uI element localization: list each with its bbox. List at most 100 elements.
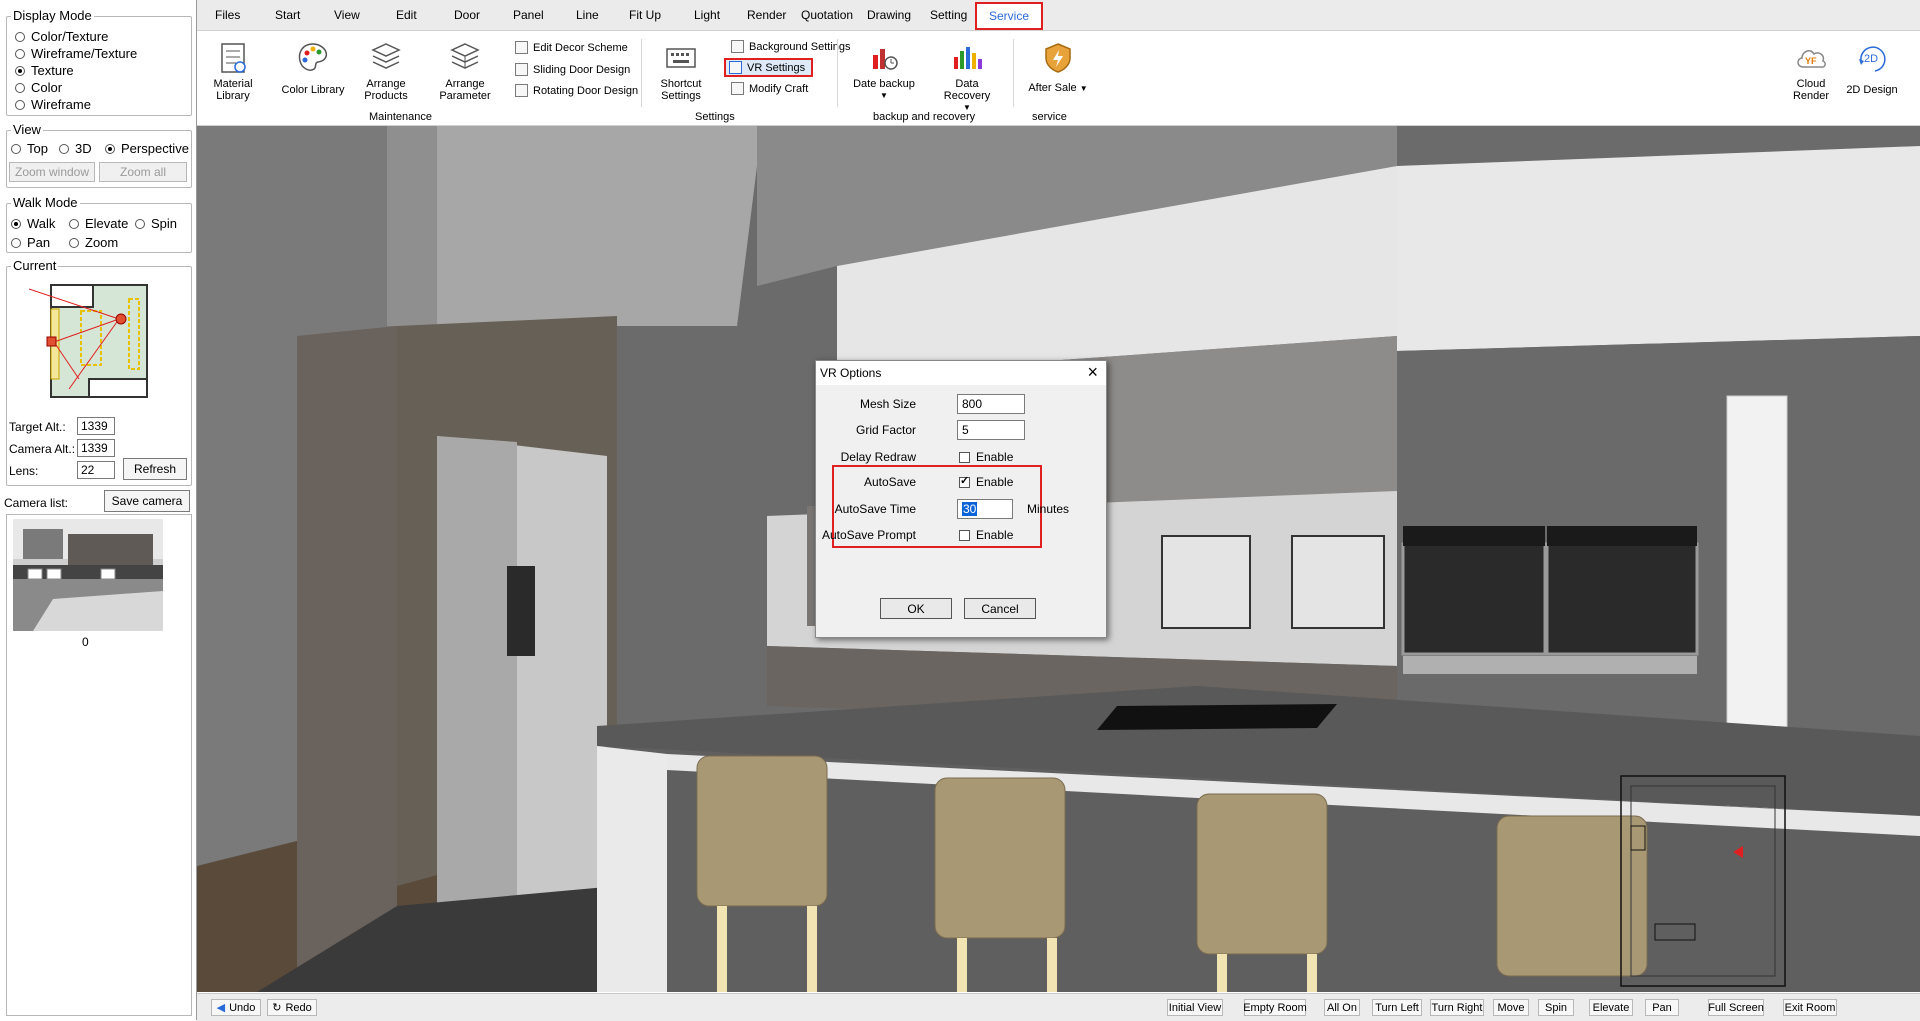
menu-fit-up[interactable]: Fit Up (629, 8, 661, 22)
menu-edit[interactable]: Edit (396, 8, 417, 22)
display-mode-texture[interactable]: Texture (15, 63, 74, 78)
redo-label: Redo (285, 1001, 312, 1014)
current-title: Current (11, 258, 59, 273)
shortcut-settings-button[interactable]: Shortcut Settings (659, 41, 703, 102)
lens-input[interactable]: 22 (77, 461, 115, 479)
delay-redraw-checkbox[interactable] (959, 452, 970, 463)
target-alt-label: Target Alt.: (9, 420, 66, 434)
walk-mode-walk[interactable]: Walk (11, 216, 55, 231)
modify-craft-button[interactable]: Modify Craft (731, 82, 808, 95)
after-sale-button[interactable]: After Sale ▼ (1025, 41, 1091, 95)
save-camera-button[interactable]: Save camera (104, 490, 190, 512)
floor-plan-preview[interactable] (29, 279, 169, 407)
walk-mode-spin[interactable]: Spin (135, 216, 177, 231)
arrange-parameter-button[interactable]: Arrange Parameter (437, 41, 493, 102)
autosave-prompt-label: AutoSave Prompt (821, 528, 916, 542)
camera-thumbnail[interactable] (13, 519, 163, 631)
ribbon: Material Library Color Library Arrange P… (197, 31, 1920, 126)
autosave-time-input[interactable]: 30 (957, 499, 1013, 519)
walk-mode-elevate[interactable]: Elevate (69, 216, 128, 231)
all-on-button[interactable]: All On (1324, 999, 1360, 1016)
menu-view[interactable]: View (334, 8, 360, 22)
menu-files[interactable]: Files (215, 8, 240, 22)
redo-button[interactable]: ↻ Redo (267, 999, 317, 1016)
data-recovery-button[interactable]: Data Recovery ▼ (931, 41, 1003, 114)
menu-light[interactable]: Light (694, 8, 720, 22)
ribbon-separator (837, 39, 838, 107)
vr-settings-button[interactable]: VR Settings (724, 58, 814, 77)
backup-chart-icon (873, 49, 898, 70)
menu-quotation[interactable]: Quotation (801, 8, 853, 22)
sliding-door-design-button[interactable]: Sliding Door Design (515, 63, 630, 76)
view-3d[interactable]: 3D (59, 141, 92, 156)
3d-viewport[interactable]: VR Options × Mesh Size 800 Grid Factor 5… (197, 126, 1920, 992)
background-settings-button[interactable]: Background Settings (731, 40, 851, 53)
empty-room-button[interactable]: Empty Room (1243, 999, 1307, 1016)
option-label: Wireframe (31, 97, 91, 112)
menu-setting[interactable]: Setting (930, 8, 967, 22)
grid-factor-input[interactable]: 5 (957, 420, 1025, 440)
camera-list-label: Camera list: (4, 496, 69, 510)
vr-settings-label: VR Settings (747, 61, 806, 74)
pan-button[interactable]: Pan (1645, 999, 1679, 1016)
vr-options-dialog: VR Options × Mesh Size 800 Grid Factor 5… (815, 360, 1107, 638)
radio-icon (15, 99, 25, 110)
full-screen-button[interactable]: Full Screen (1708, 999, 1764, 1016)
color-library-label: Color Library (281, 84, 345, 96)
color-library-button[interactable]: Color Library (279, 41, 347, 96)
rotating-door-design-button[interactable]: Rotating Door Design (515, 84, 638, 97)
walk-mode-pan[interactable]: Pan (11, 235, 50, 250)
turn-right-button[interactable]: Turn Right (1430, 999, 1484, 1016)
menu-start[interactable]: Start (275, 8, 300, 22)
option-label: Walk (27, 216, 56, 231)
turn-left-button[interactable]: Turn Left (1372, 999, 1422, 1016)
refresh-button[interactable]: Refresh (123, 458, 187, 480)
view-perspective[interactable]: Perspective (105, 141, 189, 156)
autosave-checkbox[interactable] (959, 474, 970, 488)
maintenance-group-label: Maintenance (369, 111, 432, 123)
2d-design-button[interactable]: 2D 2D Design (1843, 41, 1901, 96)
autosave-prompt-checkbox[interactable] (959, 530, 970, 541)
exit-room-button[interactable]: Exit Room (1783, 999, 1837, 1016)
move-button[interactable]: Move (1493, 999, 1529, 1016)
color-palette-icon (298, 43, 328, 71)
autosave-enable-label: Enable (976, 475, 1014, 489)
cancel-button[interactable]: Cancel (964, 598, 1036, 619)
display-mode-wireframe[interactable]: Wireframe (15, 97, 91, 112)
2d-badge-text: 2D (1864, 53, 1878, 65)
undo-button[interactable]: ◀ Undo (211, 999, 261, 1016)
camera-alt-input[interactable]: 1339 (77, 439, 115, 457)
material-library-label-2: Library (216, 90, 250, 102)
delay-redraw-enable-label: Enable (976, 450, 1014, 464)
zoom-all-button[interactable]: Zoom all (99, 162, 187, 182)
cloud-render-button[interactable]: YF Cloud Render (1787, 41, 1835, 102)
camera-thumbnail-caption: 0 (82, 635, 89, 649)
keyboard-icon (666, 48, 696, 68)
display-mode-color-texture[interactable]: Color/Texture (15, 29, 108, 44)
radio-icon (15, 48, 25, 59)
menu-door[interactable]: Door (454, 8, 480, 22)
menu-line[interactable]: Line (576, 8, 599, 22)
menu-service[interactable]: Service (975, 2, 1044, 30)
date-backup-button[interactable]: Date backup ▼ (853, 41, 915, 102)
menu-render[interactable]: Render (747, 8, 786, 22)
mesh-size-input[interactable]: 800 (957, 394, 1025, 414)
close-icon[interactable]: × (1087, 362, 1098, 383)
ok-button[interactable]: OK (880, 598, 952, 619)
elevate-button[interactable]: Elevate (1589, 999, 1633, 1016)
rotating-door-design-label: Rotating Door Design (533, 84, 639, 97)
zoom-window-button[interactable]: Zoom window (9, 162, 95, 182)
display-mode-wireframe-texture[interactable]: Wireframe/Texture (15, 46, 137, 61)
edit-decor-scheme-button[interactable]: Edit Decor Scheme (515, 41, 628, 54)
menu-drawing[interactable]: Drawing (867, 8, 911, 22)
display-mode-color[interactable]: Color (15, 80, 62, 95)
display-mode-title: Display Mode (11, 8, 94, 23)
arrange-products-button[interactable]: Arrange Products (361, 41, 411, 102)
view-top[interactable]: Top (11, 141, 48, 156)
spin-button[interactable]: Spin (1538, 999, 1574, 1016)
initial-view-button[interactable]: Initial View (1167, 999, 1223, 1016)
menu-panel[interactable]: Panel (513, 8, 544, 22)
target-alt-input[interactable]: 1339 (77, 417, 115, 435)
material-library-button[interactable]: Material Library (213, 41, 253, 102)
walk-mode-zoom[interactable]: Zoom (69, 235, 118, 250)
